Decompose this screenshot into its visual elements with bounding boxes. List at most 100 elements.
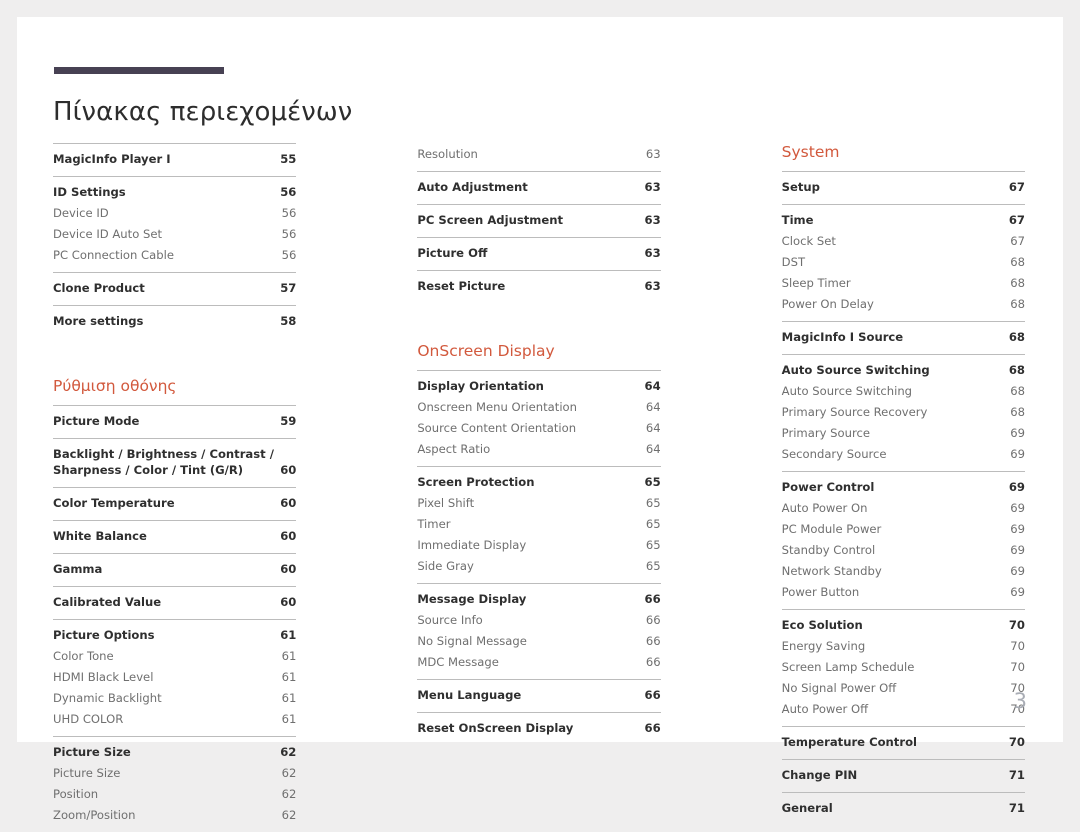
toc-entry-page-number: 69: [1010, 584, 1025, 599]
toc-entry-main[interactable]: More settings 58: [53, 311, 296, 332]
toc-entry-label: Auto Power On: [781, 500, 868, 515]
page-number: 3: [1013, 689, 1027, 713]
toc-entry-page-number: 69: [1010, 542, 1025, 557]
toc-entry-label: Auto Power Off: [781, 701, 869, 716]
toc-entry-sub[interactable]: Color Tone 61: [53, 646, 296, 667]
toc-entry-sub[interactable]: Resolution 63: [417, 144, 660, 165]
toc-entry-main[interactable]: Screen Protection 65: [417, 472, 660, 493]
toc-entry-sub[interactable]: Device ID 56: [53, 203, 296, 224]
toc-entry-sub[interactable]: Clock Set 67: [782, 231, 1025, 252]
toc-entry-sub[interactable]: Primary Source 69: [782, 423, 1025, 444]
toc-entry-sub[interactable]: MDC Message 66: [417, 652, 660, 673]
toc-group: Menu Language 66: [417, 678, 661, 712]
toc-entry-sub[interactable]: Standby Control 69: [782, 540, 1025, 561]
toc-entry-sub[interactable]: Energy Saving 70: [782, 636, 1025, 657]
toc-entry-main[interactable]: Auto Adjustment 63: [417, 177, 660, 198]
toc-entry-main[interactable]: ID Settings 56: [53, 182, 296, 203]
toc-entry-sub[interactable]: Network Standby 69: [782, 561, 1025, 582]
toc-entry-page-number: 55: [280, 152, 297, 166]
toc-entry-page-number: 59: [280, 413, 297, 428]
toc-group: Power Control 69 Auto Power On 69 PC Module …: [781, 470, 1025, 609]
toc-entry-sub[interactable]: Primary Source Recovery 68: [782, 402, 1025, 423]
toc-entry-sub[interactable]: Aspect Ratio 64: [417, 439, 660, 460]
toc-entry-page-number: 56: [280, 185, 297, 199]
toc-entry-main[interactable]: Backlight / Brightness / Contrast / Shar…: [53, 444, 296, 482]
toc-entry-sub[interactable]: UHD COLOR 61: [53, 709, 296, 730]
toc-entry-sub[interactable]: Auto Source Switching 68: [782, 381, 1025, 402]
toc-entry-sub[interactable]: Position 62: [53, 784, 296, 805]
toc-entry-sub[interactable]: Auto Power Off 70: [782, 699, 1025, 720]
toc-entry-label: Aspect Ratio: [417, 441, 491, 456]
toc-entry-sub[interactable]: Timer 65: [417, 514, 660, 535]
toc-entry-sub[interactable]: Screen Lamp Schedule 70: [782, 657, 1025, 678]
toc-entry-sub[interactable]: Zoom/Position 62: [53, 805, 296, 826]
toc-entry-page-number: 60: [280, 529, 297, 544]
toc-entry-sub[interactable]: Auto Power On 69: [782, 498, 1025, 519]
toc-entry-sub[interactable]: Dynamic Backlight 61: [53, 688, 296, 709]
toc-entry-sub[interactable]: Immediate Display 65: [417, 535, 660, 556]
toc-entry-sub[interactable]: Onscreen Menu Orientation 64: [417, 397, 660, 418]
toc-entry-main[interactable]: Auto Source Switching 68: [782, 360, 1025, 381]
toc-entry-main[interactable]: Message Display 66: [417, 589, 660, 610]
toc-entry-main[interactable]: White Balance 60: [53, 526, 296, 547]
toc-group: Resolution 63: [417, 143, 660, 171]
toc-entry-main[interactable]: Color Temperature 60: [53, 493, 296, 514]
toc-entry-main[interactable]: Reset OnScreen Display 66: [417, 718, 660, 739]
toc-entry-sub[interactable]: Source Content Orientation 64: [417, 418, 660, 439]
toc-entry-main[interactable]: Picture Options 61: [53, 625, 296, 646]
toc-entry-page-number: 71: [1008, 800, 1025, 815]
toc-entry-label: Position: [53, 787, 99, 802]
toc-entry-main[interactable]: MagicInfo I Source 68: [782, 327, 1025, 348]
toc-entry-main[interactable]: Menu Language 66: [417, 685, 660, 706]
toc-entry-label: No Signal Message: [417, 633, 527, 648]
toc-entry-sub[interactable]: No Signal Message 66: [417, 631, 660, 652]
toc-entry-sub[interactable]: Pixel Shift 65: [417, 493, 660, 514]
toc-entry-sub[interactable]: PC Connection Cable 56: [53, 245, 296, 266]
toc-entry-label: Picture Off: [417, 246, 488, 260]
toc-entry-label: Display Orientation: [417, 378, 544, 393]
toc-entry-main[interactable]: Picture Size 62: [53, 742, 296, 763]
toc-entry-main[interactable]: General 71: [782, 798, 1025, 819]
toc-entry-sub[interactable]: Secondary Source 69: [782, 444, 1025, 465]
toc-entry-sub[interactable]: Source Info 66: [417, 610, 660, 631]
toc-entry-main[interactable]: Display Orientation 64: [417, 376, 660, 397]
toc-entry-main[interactable]: Eco Solution 70: [782, 615, 1025, 636]
toc-entry-label: Pixel Shift: [417, 495, 475, 510]
toc-entry-page-number: 61: [281, 670, 297, 685]
toc-entry-main[interactable]: PC Screen Adjustment 63: [417, 210, 660, 231]
toc-group: MagicInfo I Source 68: [781, 320, 1025, 354]
toc-entry-main[interactable]: Gamma 60: [53, 559, 296, 580]
toc-entry-sub[interactable]: Side Gray 65: [417, 556, 660, 577]
toc-entry-sub[interactable]: DST 68: [782, 252, 1025, 273]
toc-entry-main[interactable]: Power Control 69: [782, 477, 1025, 498]
toc-entry-label: Reset OnScreen Display: [417, 720, 574, 735]
toc-entry-main[interactable]: Temperature Control 70: [782, 732, 1025, 753]
toc-entry-main[interactable]: MagicInfo Player I 55: [53, 149, 296, 170]
manual-page: Πίνακας περιεχομένων MagicInfo Player I 5…: [17, 17, 1063, 822]
toc-entry-sub[interactable]: Power Button 69: [782, 582, 1025, 603]
toc-entry-sub[interactable]: HDMI Black Level 61: [53, 667, 296, 688]
toc-entry-sub[interactable]: PC Module Power 69: [782, 519, 1025, 540]
toc-entry-main[interactable]: Clone Product 57: [53, 278, 296, 299]
toc-entry-label: Time: [781, 212, 814, 227]
toc-entry-page-number: 62: [281, 808, 297, 823]
toc-group: Temperature Control 70: [781, 725, 1025, 759]
toc-entry-main[interactable]: Picture Off 63: [417, 243, 660, 264]
toc-entry-main[interactable]: Change PIN 71: [782, 765, 1025, 786]
toc-entry-page-number: 67: [1008, 179, 1025, 194]
toc-entry-label: Power On Delay: [781, 296, 874, 311]
toc-entry-main[interactable]: Picture Mode 59: [53, 411, 296, 432]
toc-group: Auto Adjustment 63: [417, 171, 661, 204]
toc-entry-sub[interactable]: No Signal Power Off 70: [782, 678, 1025, 699]
toc-entry-main[interactable]: Calibrated Value 60: [53, 592, 296, 613]
toc-entry-label: Picture Size: [53, 745, 131, 760]
toc-entry-main[interactable]: Time 67: [782, 210, 1025, 231]
toc-entry-sub[interactable]: Device ID Auto Set 56: [53, 224, 296, 245]
toc-entry-page-number: 65: [644, 474, 661, 489]
toc-entry-sub[interactable]: Power On Delay 68: [782, 294, 1025, 315]
toc-entry-sub[interactable]: Sleep Timer 68: [782, 273, 1025, 294]
toc-entry-main[interactable]: Reset Picture 63: [417, 276, 660, 297]
toc-entry-sub[interactable]: Picture Size 62: [53, 763, 296, 784]
toc-entry-main[interactable]: Setup 67: [782, 177, 1025, 198]
